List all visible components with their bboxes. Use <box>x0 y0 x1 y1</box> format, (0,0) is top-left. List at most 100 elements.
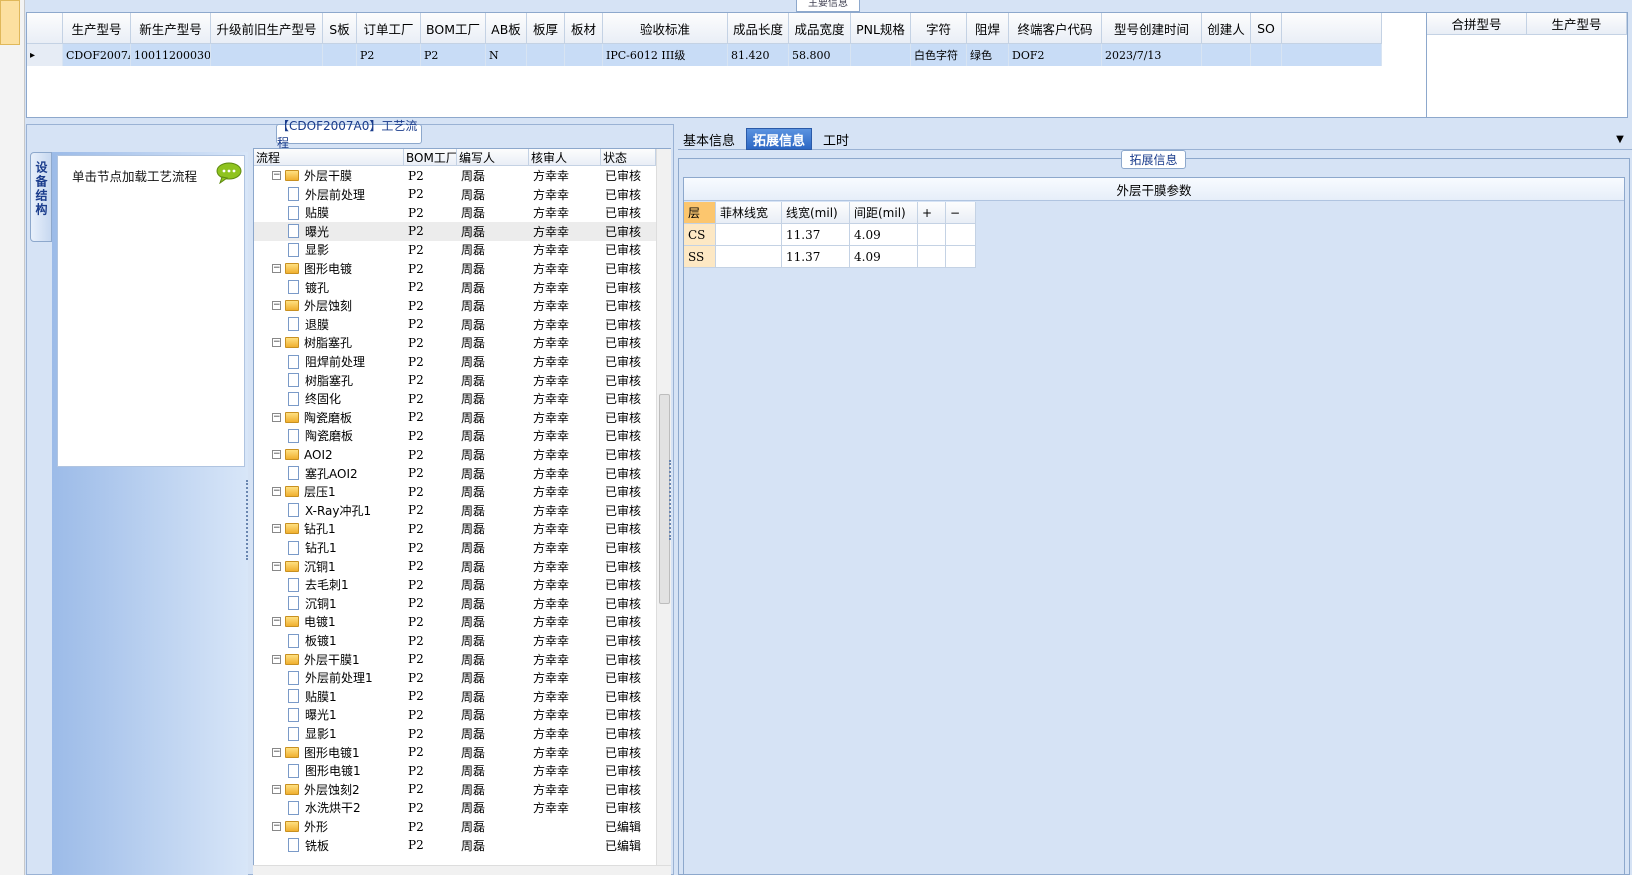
tree-node[interactable]: 图形电镀1 <box>288 761 404 780</box>
expand-toggle-icon[interactable]: − <box>272 784 281 794</box>
tree-node[interactable]: − 钻孔1 <box>272 519 404 538</box>
tree-node[interactable]: 水洗烘干2 <box>288 798 404 817</box>
param-cell[interactable]: CS <box>684 224 716 246</box>
param-cell[interactable] <box>946 246 976 268</box>
tree-node[interactable]: 退膜 <box>288 315 404 334</box>
tree-column-header[interactable]: BOM工厂 <box>404 149 457 166</box>
tree-node[interactable]: 外层前处理 <box>288 185 404 204</box>
expand-toggle-icon[interactable]: − <box>272 654 281 664</box>
tree-node[interactable]: − 电镀1 <box>272 612 404 631</box>
tree-column-header[interactable]: 核审人 <box>529 149 601 166</box>
expand-toggle-icon[interactable]: − <box>272 524 281 534</box>
tab-work-hours[interactable]: 工时 <box>816 128 856 150</box>
column-header[interactable]: 成品宽度 <box>789 13 851 44</box>
left-strip-tab[interactable] <box>0 0 20 45</box>
tab-dropdown-icon[interactable]: ▼ <box>1612 128 1628 150</box>
tree-row[interactable]: − 外层干膜1 P2 周磊 方幸幸 已审核 <box>254 650 656 669</box>
param-cell[interactable]: 4.09 <box>850 246 918 268</box>
param-cell[interactable] <box>946 224 976 246</box>
tree-node[interactable]: 陶瓷磨板 <box>288 426 404 445</box>
column-header[interactable]: 升级前旧生产型号 <box>211 13 323 44</box>
equipment-structure-tab[interactable]: 设备结构 <box>30 152 52 242</box>
tree-node[interactable]: 曝光1 <box>288 705 404 724</box>
tree-row[interactable]: 显影1 P2 周磊 方幸幸 已审核 <box>254 724 656 743</box>
expand-toggle-icon[interactable]: − <box>272 264 281 273</box>
tree-row[interactable]: 塞孔AOI2 P2 周磊 方幸幸 已审核 <box>254 464 656 483</box>
param-cell[interactable]: 4.09 <box>850 224 918 246</box>
column-header[interactable]: SO <box>1251 13 1282 44</box>
tree-row[interactable]: 退膜 P2 周磊 方幸幸 已审核 <box>254 315 656 334</box>
grid-cell[interactable]: 10011200030765 <box>131 44 211 66</box>
param-column-header[interactable]: 菲林线宽 <box>716 202 782 224</box>
tree-node[interactable]: − 沉铜1 <box>272 557 404 576</box>
tree-row[interactable]: 陶瓷磨板 P2 周磊 方幸幸 已审核 <box>254 426 656 445</box>
tree-row[interactable]: − 沉铜1 P2 周磊 方幸幸 已审核 <box>254 557 656 576</box>
tree-row[interactable]: − 外层干膜 P2 周磊 方幸幸 已审核 <box>254 166 656 185</box>
grid-cell[interactable] <box>1202 44 1251 66</box>
main-grid-row[interactable]: ▸CDOF2007A010011200030765P2P2NIPC-6012 I… <box>27 44 1382 66</box>
grid-cell[interactable]: N <box>486 44 527 66</box>
column-header[interactable]: 型号创建时间 <box>1102 13 1202 44</box>
column-header[interactable]: BOM工厂 <box>421 13 486 44</box>
tree-row[interactable]: 沉铜1 P2 周磊 方幸幸 已审核 <box>254 594 656 613</box>
param-column-header[interactable]: 层 <box>684 202 716 224</box>
param-cell[interactable]: 11.37 <box>782 246 850 268</box>
expand-toggle-icon[interactable]: − <box>272 617 281 627</box>
param-cell[interactable]: SS <box>684 246 716 268</box>
grid-cell[interactable]: 81.420 <box>728 44 789 66</box>
tree-node[interactable]: − 外层蚀刻 <box>272 296 404 315</box>
column-header[interactable]: 新生产型号 <box>131 13 211 44</box>
param-cell[interactable] <box>716 224 782 246</box>
tree-row[interactable]: X-Ray冲孔1 P2 周磊 方幸幸 已审核 <box>254 501 656 520</box>
param-column-header[interactable]: 间距(mil) <box>850 202 918 224</box>
tab-extended-info[interactable]: 拓展信息 <box>746 128 812 150</box>
tree-row[interactable]: − 外层蚀刻 P2 周磊 方幸幸 已审核 <box>254 296 656 315</box>
tab-basic-info[interactable]: 基本信息 <box>678 128 740 150</box>
grid-cell[interactable]: DOF2 <box>1009 44 1102 66</box>
grid-cell[interactable]: 白色字符 <box>911 44 967 66</box>
tree-node[interactable]: 外层前处理1 <box>288 668 404 687</box>
tree-node[interactable]: 显影 <box>288 240 404 259</box>
tree-node[interactable]: − 外层干膜 <box>272 166 404 185</box>
expand-toggle-icon[interactable]: − <box>272 487 281 497</box>
tree-row[interactable]: − 外形 P2 周磊 已编辑 <box>254 817 656 836</box>
grid-cell[interactable]: P2 <box>421 44 486 66</box>
expand-toggle-icon[interactable]: − <box>272 747 281 757</box>
grid-cell[interactable]: 58.800 <box>789 44 851 66</box>
tree-node[interactable]: − 外层干膜1 <box>272 650 404 669</box>
tree-node[interactable]: − 层压1 <box>272 482 404 501</box>
param-cell[interactable] <box>918 224 946 246</box>
grid-cell[interactable] <box>1251 44 1282 66</box>
column-header[interactable]: PNL规格 <box>851 13 911 44</box>
tree-node[interactable]: − 树脂塞孔 <box>272 333 404 352</box>
tree-node[interactable]: − 陶瓷磨板 <box>272 408 404 427</box>
column-header[interactable]: 验收标准 <box>603 13 728 44</box>
tree-node[interactable]: − 外形 <box>272 817 404 836</box>
tree-row[interactable]: 曝光1 P2 周磊 方幸幸 已审核 <box>254 705 656 724</box>
tree-node[interactable]: 贴膜 <box>288 203 404 222</box>
tree-row[interactable]: 贴膜 P2 周磊 方幸幸 已审核 <box>254 203 656 222</box>
tree-row[interactable]: − 树脂塞孔 P2 周磊 方幸幸 已审核 <box>254 333 656 352</box>
expand-toggle-icon[interactable]: − <box>272 301 281 311</box>
param-column-header[interactable]: 线宽(mil) <box>782 202 850 224</box>
grid-cell[interactable]: 绿色 <box>967 44 1009 66</box>
tree-row[interactable]: 阻焊前处理 P2 周磊 方幸幸 已审核 <box>254 352 656 371</box>
expand-toggle-icon[interactable]: − <box>272 412 281 422</box>
grid-cell[interactable]: P2 <box>357 44 421 66</box>
grid-cell[interactable] <box>527 44 565 66</box>
grid-cell[interactable]: CDOF2007A0 <box>63 44 131 66</box>
grid-cell[interactable] <box>565 44 603 66</box>
tree-node[interactable]: 镀孔 <box>288 278 404 297</box>
tree-node[interactable]: X-Ray冲孔1 <box>288 501 404 520</box>
grid-cell[interactable]: IPC-6012 III级 <box>603 44 728 66</box>
tree-row[interactable]: 镀孔 P2 周磊 方幸幸 已审核 <box>254 278 656 297</box>
expand-toggle-icon[interactable]: − <box>272 171 281 180</box>
tree-row[interactable]: 贴膜1 P2 周磊 方幸幸 已审核 <box>254 687 656 706</box>
tree-row[interactable]: 钻孔1 P2 周磊 方幸幸 已审核 <box>254 538 656 557</box>
column-header[interactable]: 字符 <box>911 13 967 44</box>
tree-row[interactable]: 外层前处理 P2 周磊 方幸幸 已审核 <box>254 185 656 204</box>
column-header[interactable]: AB板 <box>486 13 527 44</box>
column-header[interactable]: 阻焊 <box>967 13 1009 44</box>
grid-cell[interactable] <box>211 44 323 66</box>
expand-toggle-icon[interactable]: − <box>272 561 281 571</box>
